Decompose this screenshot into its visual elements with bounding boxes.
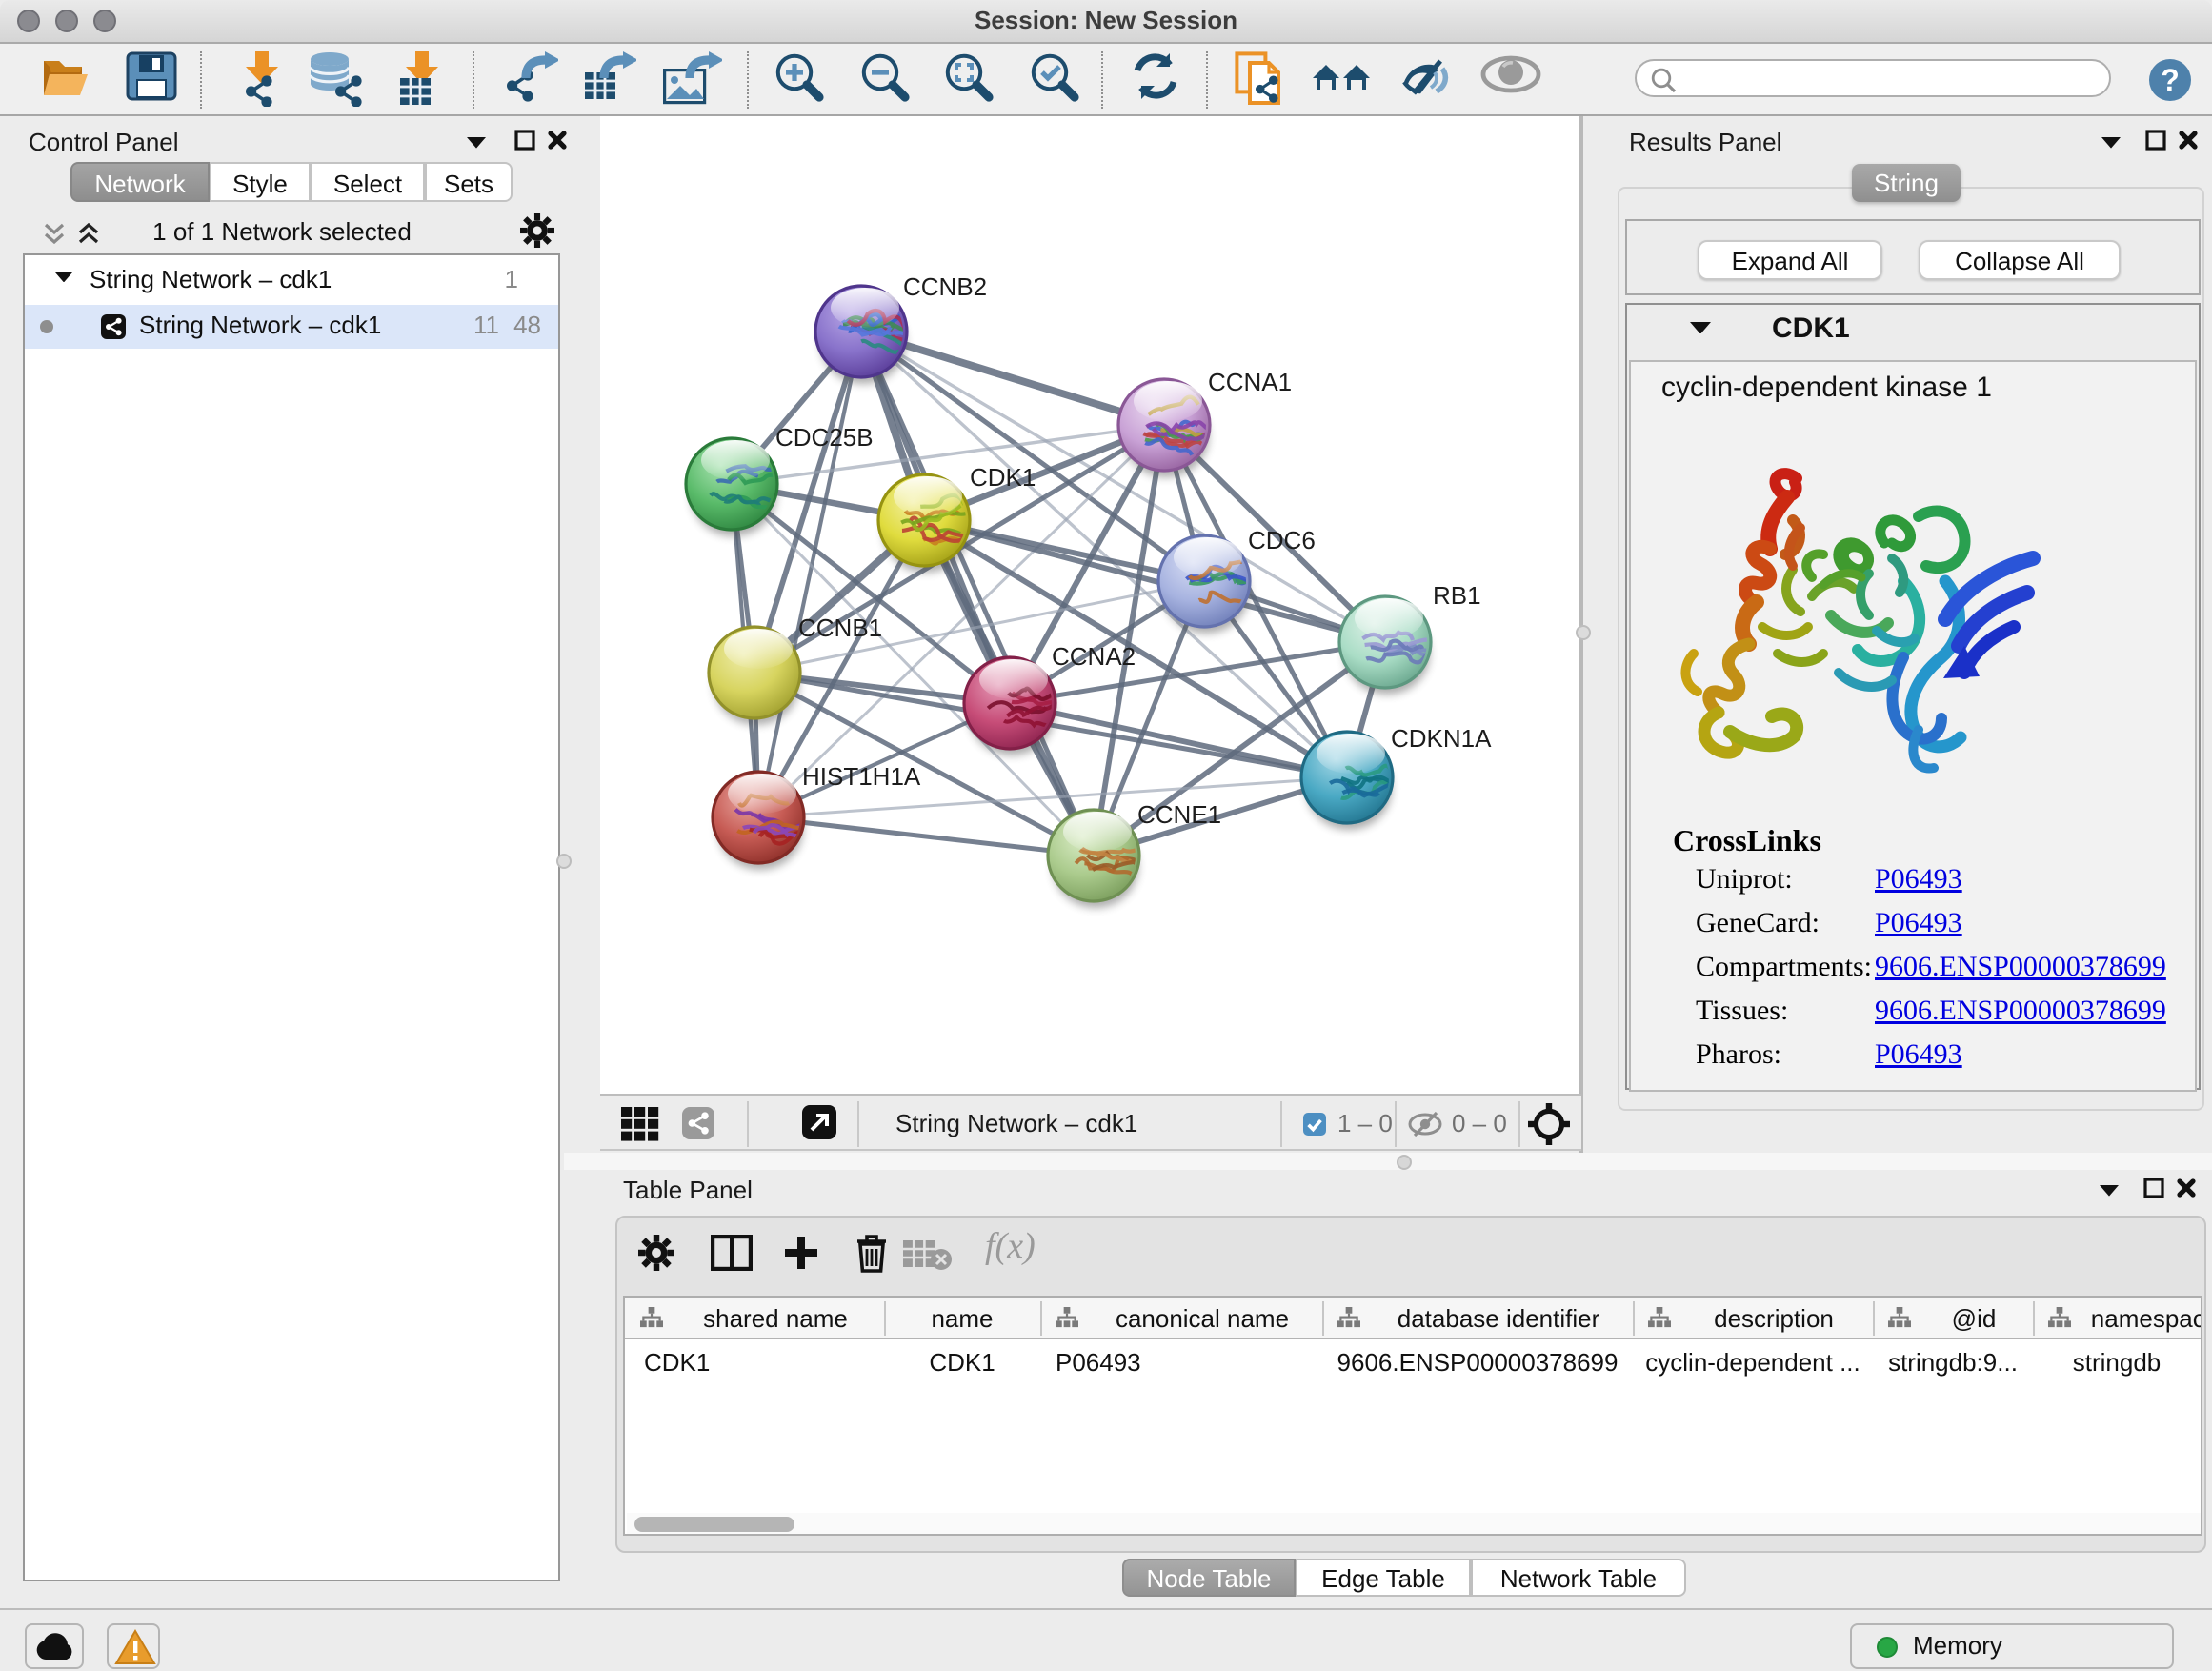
svg-text:CCNB2: CCNB2 xyxy=(903,272,987,301)
svg-text:CDC6: CDC6 xyxy=(1248,526,1316,554)
svg-text:HIST1H1A: HIST1H1A xyxy=(802,762,921,791)
svg-text:CDK1: CDK1 xyxy=(970,463,1036,492)
svg-text:CDKN1A: CDKN1A xyxy=(1391,724,1492,753)
svg-text:CCNB1: CCNB1 xyxy=(798,614,882,642)
svg-text:RB1: RB1 xyxy=(1433,581,1481,610)
svg-text:CCNE1: CCNE1 xyxy=(1137,800,1221,829)
svg-text:CDC25B: CDC25B xyxy=(775,423,874,452)
svg-text:CCNA1: CCNA1 xyxy=(1208,368,1292,396)
svg-text:?: ? xyxy=(2161,63,2180,97)
svg-text:CCNA2: CCNA2 xyxy=(1052,642,1136,671)
